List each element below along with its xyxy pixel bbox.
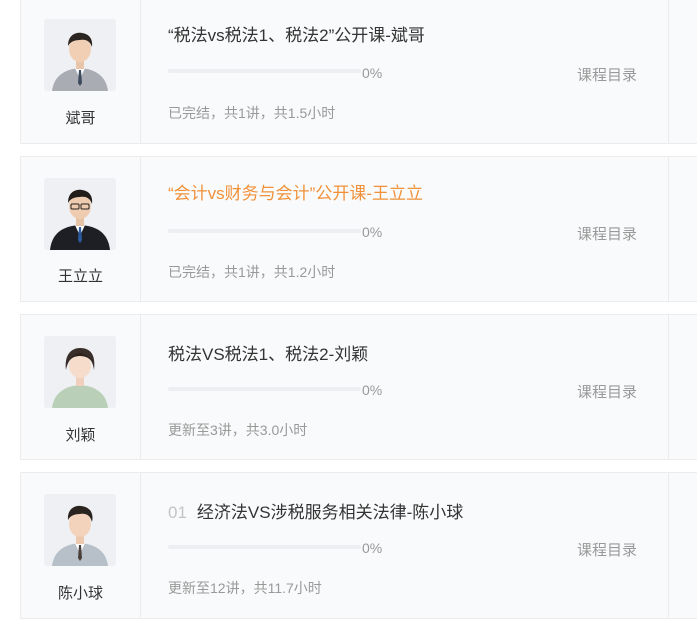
course-list: 斌哥 “税法vs税法1、税法2”公开课-斌哥 0% 课程目录 已完结，共1讲，共… — [0, 0, 697, 619]
course-meta: 更新至3讲，共3.0小时 — [168, 422, 308, 438]
teacher-name: 斌哥 — [65, 110, 96, 127]
course-index: 01 — [168, 503, 187, 522]
course-meta: 已完结，共1讲，共1.2小时 — [168, 264, 336, 280]
course-meta: 更新至12讲，共11.7小时 — [168, 580, 322, 596]
course-title[interactable]: “税法vs税法1、税法2”公开课-斌哥 — [168, 21, 425, 46]
progress-percent: 0% — [362, 65, 383, 81]
catalog-button[interactable]: 课程目录 — [577, 64, 637, 85]
teacher-panel: 陈小球 — [21, 473, 141, 618]
teacher-panel: 王立立 — [21, 157, 141, 301]
course-card: 王立立 “会计vs财务与会计”公开课-王立立 0% 课程目录 已完结，共1讲，共… — [20, 156, 697, 302]
divider — [668, 157, 669, 301]
teacher-panel: 刘颖 — [21, 315, 141, 459]
progress-bar — [168, 545, 361, 549]
course-title[interactable]: 01 经济法VS涉税服务相关法律-陈小球 — [168, 498, 463, 523]
progress-percent: 0% — [362, 224, 383, 240]
course-title[interactable]: “会计vs财务与会计”公开课-王立立 — [168, 179, 423, 204]
teacher-avatar — [44, 336, 116, 408]
course-card: 斌哥 “税法vs税法1、税法2”公开课-斌哥 0% 课程目录 已完结，共1讲，共… — [20, 0, 697, 144]
course-card: 陈小球 01 经济法VS涉税服务相关法律-陈小球 0% 课程目录 更新至12讲，共… — [20, 472, 697, 619]
progress-percent: 0% — [362, 382, 383, 398]
divider — [668, 473, 669, 618]
teacher-name: 陈小球 — [57, 585, 103, 602]
divider — [668, 315, 669, 459]
course-card: 刘颖 税法VS税法1、税法2-刘颖 0% 课程目录 更新至3讲，共3.0小时 — [20, 314, 697, 460]
teacher-name: 刘颖 — [65, 427, 96, 444]
teacher-avatar — [44, 178, 116, 250]
catalog-button[interactable]: 课程目录 — [577, 223, 637, 244]
progress-bar — [168, 69, 361, 73]
divider — [668, 0, 669, 143]
course-title[interactable]: 税法VS税法1、税法2-刘颖 — [168, 340, 368, 365]
teacher-panel: 斌哥 — [21, 0, 141, 143]
teacher-name: 王立立 — [57, 268, 103, 285]
progress-percent: 0% — [362, 540, 383, 556]
progress-bar — [168, 387, 361, 391]
course-meta: 已完结，共1讲，共1.5小时 — [168, 105, 336, 121]
teacher-avatar — [44, 19, 116, 91]
catalog-button[interactable]: 课程目录 — [577, 381, 637, 402]
progress-bar — [168, 229, 361, 233]
course-title-text: 经济法VS涉税服务相关法律-陈小球 — [196, 503, 464, 522]
catalog-button[interactable]: 课程目录 — [577, 539, 637, 560]
teacher-avatar — [44, 494, 116, 566]
